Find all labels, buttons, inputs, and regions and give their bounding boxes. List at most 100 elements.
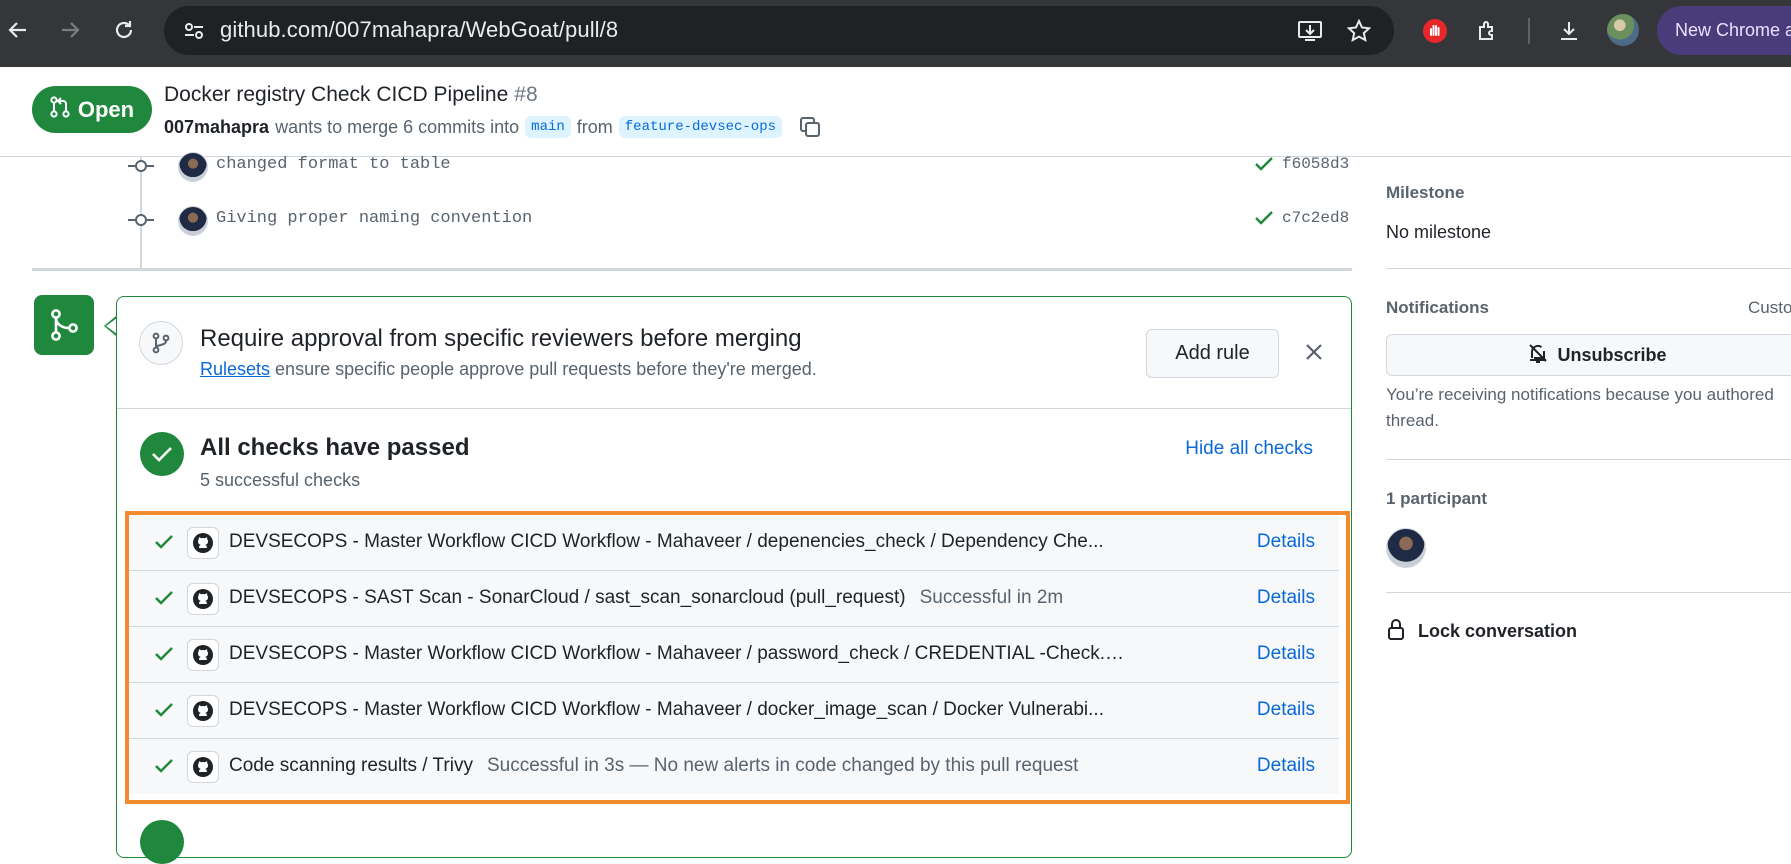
close-icon[interactable] [1301, 339, 1327, 365]
check-icon [154, 757, 174, 780]
pr-merge-text: wants to merge 6 commits into [275, 116, 520, 137]
checks-list: DEVSECOPS - Master Workflow CICD Workflo… [129, 514, 1339, 794]
avatar[interactable] [1386, 528, 1426, 568]
sidebar-divider [1386, 459, 1791, 460]
notification-reason-line-2: thread. [1386, 411, 1439, 430]
extensions-puzzle-icon[interactable] [1471, 14, 1505, 48]
check-icon[interactable] [1254, 209, 1274, 232]
ruleset-prompt: Require approval from specific reviewers… [117, 297, 1351, 409]
check-name[interactable]: DEVSECOPS - Master Workflow CICD Workflo… [229, 531, 1118, 553]
unsubscribe-label: Unsubscribe [1557, 344, 1667, 365]
commit-message[interactable]: Giving proper naming convention [216, 209, 532, 228]
browser-toolbar: github.com/007mahapra/WebGoat/pull/8 New… [0, 0, 1791, 67]
back-icon[interactable] [2, 14, 34, 46]
check-icon [154, 533, 174, 556]
bookmark-star-icon[interactable] [1342, 14, 1376, 48]
checks-title: All checks have passed [200, 434, 470, 461]
head-branch[interactable]: feature-devsec-ops [618, 116, 783, 138]
avatar[interactable] [178, 152, 208, 182]
git-merge-icon [34, 295, 94, 355]
base-branch[interactable]: main [525, 116, 571, 138]
timeline-divider [32, 268, 1352, 271]
bell-slash-icon [1527, 342, 1549, 369]
unsubscribe-button[interactable]: Unsubscribe [1386, 334, 1791, 376]
milestone-heading[interactable]: Milestone [1386, 183, 1464, 203]
check-row: DEVSECOPS - SAST Scan - SonarCloud / sas… [129, 570, 1339, 626]
commit-row: changed format to table f6058d3 [128, 149, 1352, 185]
check-row: DEVSECOPS - Master Workflow CICD Workflo… [129, 514, 1339, 570]
customize-link[interactable]: Custo [1748, 298, 1791, 318]
copy-icon[interactable] [798, 115, 822, 139]
details-link[interactable]: Details [1257, 587, 1315, 609]
lock-conversation-label: Lock conversation [1418, 621, 1578, 641]
hide-all-checks-link[interactable]: Hide all checks [1185, 438, 1313, 460]
check-name[interactable]: Code scanning results / Trivy Successful … [229, 755, 1078, 777]
install-app-icon[interactable] [1293, 14, 1327, 48]
ruleset-description-text: ensure specific people approve pull requ… [275, 359, 817, 379]
commit-row: Giving proper naming convention c7c2ed8 [128, 203, 1352, 239]
add-rule-button[interactable]: Add rule [1146, 329, 1279, 378]
checks-summary: All checks have passed 5 successful chec… [117, 408, 1351, 514]
github-icon [187, 527, 219, 559]
github-icon [187, 751, 219, 783]
check-name[interactable]: DEVSECOPS - Master Workflow CICD Workflo… [229, 643, 1129, 665]
pr-title: Docker registry Check CICD Pipeline #8 [164, 83, 538, 107]
commit-icon [128, 158, 154, 179]
url-text[interactable]: github.com/007mahapra/WebGoat/pull/8 [220, 17, 618, 43]
avatar[interactable] [178, 206, 208, 236]
git-branch-icon [139, 321, 183, 365]
ruleset-description: Rulesets ensure specific people approve … [200, 359, 817, 380]
participants-heading: 1 participant [1386, 489, 1488, 508]
check-status: Successful in 3s — No new alerts in code… [486, 755, 1079, 776]
pr-title-text: Docker registry Check CICD Pipeline [164, 83, 509, 106]
profile-avatar[interactable] [1607, 14, 1639, 46]
notification-reason-line-1: You’re receiving notifications because y… [1386, 385, 1774, 404]
check-name[interactable]: DEVSECOPS - SAST Scan - SonarCloud / sas… [229, 587, 1063, 609]
reload-icon[interactable] [108, 14, 140, 46]
pull-request-icon [50, 95, 70, 124]
check-row: DEVSECOPS - Master Workflow CICD Workflo… [129, 626, 1339, 682]
notifications-heading: Notifications [1386, 298, 1489, 317]
github-icon [187, 695, 219, 727]
check-name-text: DEVSECOPS - Master Workflow CICD Workflo… [229, 643, 1116, 664]
details-link[interactable]: Details [1257, 531, 1315, 553]
check-icon [154, 645, 174, 668]
profile-pill[interactable]: New Chrome a [1657, 6, 1791, 55]
commit-icon [128, 212, 154, 233]
check-status: Successful in 2m [919, 587, 1064, 608]
pr-meta: 007mahapra wants to merge 6 commits into… [164, 115, 822, 139]
toolbar-separator [1528, 18, 1530, 44]
pr-header: Open Docker registry Check CICD Pipeline… [0, 67, 1791, 157]
details-link[interactable]: Details [1257, 755, 1315, 777]
merge-box: Require approval from specific reviewers… [116, 296, 1352, 858]
checks-subtitle: 5 successful checks [200, 470, 361, 490]
pr-from-text: from [576, 116, 613, 137]
lock-icon [1386, 618, 1406, 645]
pr-state-label: Open [77, 96, 135, 122]
pr-author-link[interactable]: 007mahapra [164, 117, 269, 138]
github-icon [187, 583, 219, 615]
check-name[interactable]: DEVSECOPS - Master Workflow CICD Workflo… [229, 699, 1118, 721]
rulesets-link[interactable]: Rulesets [200, 359, 270, 379]
check-icon [154, 589, 174, 612]
commit-sha[interactable]: f6058d3 [1282, 155, 1349, 173]
check-row: DEVSECOPS - Master Workflow CICD Workflo… [129, 682, 1339, 738]
details-link[interactable]: Details [1257, 643, 1315, 665]
forward-icon[interactable] [54, 14, 86, 46]
site-settings-icon[interactable] [182, 19, 206, 48]
github-icon [187, 639, 219, 671]
details-link[interactable]: Details [1257, 699, 1315, 721]
pr-sidebar: Milestone No milestone Notifications Cus… [1386, 156, 1791, 831]
lock-conversation-link[interactable]: Lock conversation [1386, 618, 1577, 645]
sidebar-divider [1386, 592, 1791, 593]
commit-message[interactable]: changed format to table [216, 155, 451, 174]
downloads-icon[interactable] [1552, 14, 1586, 48]
ruleset-title: Require approval from specific reviewers… [200, 325, 802, 352]
check-name-text: DEVSECOPS - SAST Scan - SonarCloud / sas… [229, 587, 906, 608]
checks-passed-icon [140, 432, 184, 476]
commit-sha[interactable]: c7c2ed8 [1282, 209, 1349, 227]
stop-hand-extension-icon[interactable] [1418, 14, 1452, 48]
check-icon[interactable] [1254, 155, 1274, 178]
sidebar-divider [1386, 268, 1791, 269]
check-row: Code scanning results / Trivy Successful … [129, 738, 1339, 794]
